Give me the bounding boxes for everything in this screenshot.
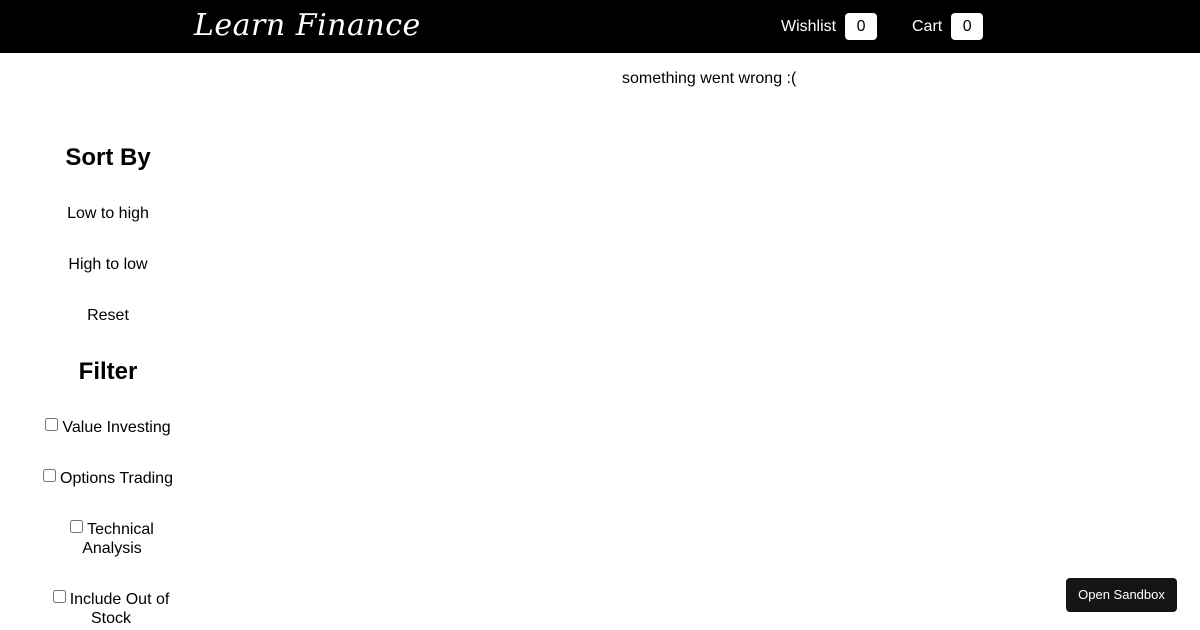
filter-item-technical-analysis: Technical Analysis <box>64 520 160 558</box>
wishlist-link[interactable]: Wishlist 0 <box>781 13 878 40</box>
brand-logo[interactable]: Learn Finance <box>194 6 421 46</box>
filter-options-trading-label[interactable]: Options Trading <box>43 469 173 487</box>
filter-value-investing-text: Value Investing <box>62 419 171 436</box>
filter-include-out-of-stock-checkbox[interactable] <box>52 590 66 603</box>
filter-options-trading-text: Options Trading <box>60 470 173 487</box>
filter-item-value-investing: Value Investing <box>28 418 188 437</box>
filter-technical-analysis-label[interactable]: Technical Analysis <box>70 520 154 557</box>
sort-by-heading: Sort By <box>65 144 151 171</box>
cart-label: Cart <box>912 17 943 35</box>
sort-low-to-high[interactable]: Low to high <box>28 204 188 224</box>
sort-reset[interactable]: Reset <box>28 306 188 326</box>
filter-value-investing-label[interactable]: Value Investing <box>45 418 171 436</box>
filter-item-options-trading: Options Trading <box>28 469 188 488</box>
filter-options-trading-checkbox[interactable] <box>43 469 57 482</box>
filter-technical-analysis-text: Technical Analysis <box>82 521 154 557</box>
cart-link[interactable]: Cart 0 <box>912 13 984 40</box>
filter-include-out-of-stock-label[interactable]: Include Out of Stock <box>52 590 170 627</box>
cart-count-badge: 0 <box>951 13 984 40</box>
error-message: something went wrong :( <box>622 70 797 87</box>
wishlist-count-badge: 0 <box>845 13 878 40</box>
wishlist-label: Wishlist <box>781 17 837 35</box>
filter-heading: Filter <box>78 358 138 385</box>
filter-technical-analysis-checkbox[interactable] <box>70 520 84 533</box>
sort-high-to-low[interactable]: High to low <box>28 255 188 275</box>
open-sandbox-button[interactable]: Open Sandbox <box>1066 578 1177 612</box>
top-navbar: Learn Finance Wishlist 0 Cart 0 <box>0 0 1200 53</box>
filter-item-include-out-of-stock: Include Out of Stock <box>46 590 176 628</box>
filter-include-out-of-stock-text: Include Out of Stock <box>69 591 170 627</box>
filter-value-investing-checkbox[interactable] <box>45 418 59 431</box>
